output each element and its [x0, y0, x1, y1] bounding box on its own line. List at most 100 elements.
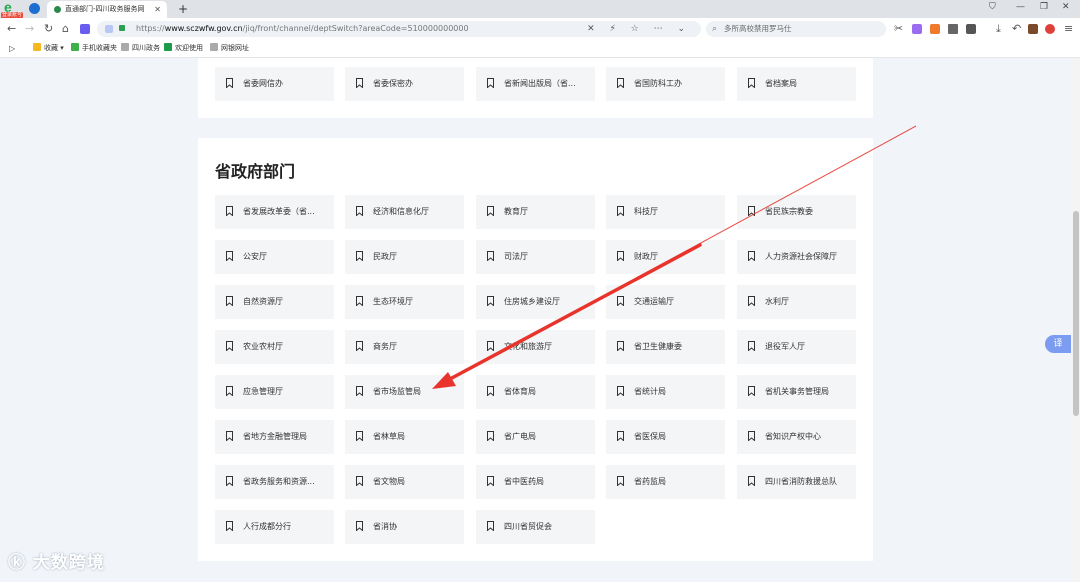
download-icon[interactable]: ⤓ — [996, 22, 1001, 36]
dept-item[interactable]: 省统计局 — [606, 375, 725, 409]
new-tab-button[interactable]: + — [178, 0, 188, 18]
dept-item-label: 司法厅 — [504, 252, 528, 261]
dept-item[interactable]: 省发展改革委（省... — [215, 195, 334, 229]
extension-icon[interactable] — [1028, 24, 1038, 34]
bookmark-icon — [226, 341, 233, 351]
back-icon[interactable]: ← — [7, 22, 16, 36]
dept-item[interactable]: 四川省贸促会 — [476, 510, 595, 544]
dept-item[interactable]: 省地方金融管理局 — [215, 420, 334, 454]
cut-icon[interactable]: ✂ — [894, 22, 903, 36]
dept-item[interactable]: 省医保局 — [606, 420, 725, 454]
extension-icon[interactable] — [930, 24, 940, 34]
search-icon: ⌕ — [712, 24, 718, 34]
extension-icon[interactable] — [912, 24, 922, 34]
dept-item[interactable]: 省委网信办 — [215, 67, 334, 101]
translate-button[interactable]: 译 — [1045, 335, 1071, 353]
dept-item[interactable]: 人行成都分行 — [215, 510, 334, 544]
sidebar-toggle-icon[interactable]: ▷ — [9, 40, 15, 57]
bookmark-item[interactable]: 四川政务 — [121, 40, 160, 57]
address-bar[interactable]: https://www.sczwfw.gov.cn/jiq/front/chan… — [97, 21, 701, 37]
chrome-icon[interactable] — [1045, 24, 1055, 34]
bookmark-icon — [226, 296, 233, 306]
bookmark-icon — [617, 251, 624, 261]
dept-item[interactable]: 省文物局 — [345, 465, 464, 499]
dept-item[interactable]: 公安厅 — [215, 240, 334, 274]
browser-logo[interactable]: e 登录账号 — [1, 0, 24, 19]
address-bar-actions-icon[interactable]: ✕ ⚡ ☆ ⋯ ⌄ — [587, 21, 691, 37]
watermark-text: 大数跨境 — [32, 553, 105, 573]
dept-item[interactable]: 交通运输厅 — [606, 285, 725, 319]
dept-item[interactable]: 省知识产权中心 — [737, 420, 856, 454]
scrollbar[interactable] — [1072, 58, 1080, 582]
search-box[interactable]: ⌕ 多所高校禁用罗马仕 — [706, 21, 886, 37]
reload-icon[interactable]: ↻ — [44, 22, 53, 36]
url-text[interactable]: https://www.sczwfw.gov.cn/jiq/front/chan… — [136, 21, 469, 37]
dept-item[interactable]: 住房城乡建设厅 — [476, 285, 595, 319]
dept-item[interactable]: 应急管理厅 — [215, 375, 334, 409]
dept-item-label: 财政厅 — [634, 252, 658, 261]
dept-item[interactable]: 省药监局 — [606, 465, 725, 499]
tab-close-icon[interactable]: ✕ — [154, 1, 161, 18]
dept-item[interactable]: 省广电局 — [476, 420, 595, 454]
dept-card-party: 省委网信办 省委保密办 省新闻出版局（省... 省国防科工办 省档案局 — [198, 58, 873, 118]
dept-item[interactable]: 省中医药局 — [476, 465, 595, 499]
dept-item[interactable]: 省国防科工办 — [606, 67, 725, 101]
tab-title: 直通部门-四川政务服务网 — [65, 5, 145, 13]
dept-item[interactable]: 文化和旅游厅 — [476, 330, 595, 364]
shirt-icon[interactable]: ⛉ — [989, 2, 996, 12]
bookmark-item[interactable]: 欢迎使用 — [164, 40, 203, 57]
dept-item[interactable]: 农业农村厅 — [215, 330, 334, 364]
dept-item[interactable]: 教育厅 — [476, 195, 595, 229]
scrollbar-thumb[interactable] — [1073, 211, 1079, 416]
dept-item[interactable]: 省委保密办 — [345, 67, 464, 101]
puzzle-icon[interactable] — [966, 24, 976, 34]
dept-item[interactable]: 商务厅 — [345, 330, 464, 364]
lock-icon[interactable] — [119, 25, 125, 31]
dept-item-label: 省档案局 — [765, 79, 797, 88]
dept-item[interactable]: 省机关事务管理局 — [737, 375, 856, 409]
undo-icon[interactable]: ↶ — [1012, 22, 1021, 36]
bookmark-icon — [748, 78, 755, 88]
minimize-icon[interactable]: — — [1016, 2, 1025, 12]
dept-item[interactable]: 省新闻出版局（省... — [476, 67, 595, 101]
dept-item[interactable]: 省消协 — [345, 510, 464, 544]
menu-icon[interactable]: ≡ — [1064, 22, 1073, 36]
dept-item[interactable]: 人力资源社会保障厅 — [737, 240, 856, 274]
dept-item[interactable]: 省卫生健康委 — [606, 330, 725, 364]
bookmark-icon — [617, 78, 624, 88]
bookmark-icon — [487, 78, 494, 88]
extension-icon[interactable] — [948, 24, 958, 34]
dept-item[interactable]: 省政务服务和资源... — [215, 465, 334, 499]
bookmark-item[interactable]: 网银网址 — [210, 40, 249, 57]
dept-item[interactable]: 自然资源厅 — [215, 285, 334, 319]
bookmark-icon — [356, 341, 363, 351]
dept-item[interactable]: 省体育局 — [476, 375, 595, 409]
dept-item[interactable]: 四川省消防救援总队 — [737, 465, 856, 499]
bookmark-item[interactable]: 手机收藏夹 — [71, 40, 117, 57]
dept-item[interactable]: 财政厅 — [606, 240, 725, 274]
dept-item[interactable]: 省林草局 — [345, 420, 464, 454]
maximize-icon[interactable]: ❐ — [1040, 2, 1048, 12]
dept-item[interactable]: 科技厅 — [606, 195, 725, 229]
site-info-icon[interactable] — [105, 25, 113, 33]
dept-item-label: 省地方金融管理局 — [243, 432, 307, 441]
dept-item[interactable]: 经济和信息化厅 — [345, 195, 464, 229]
tab-favicon-icon — [54, 6, 61, 13]
pinned-tab-icon[interactable] — [29, 3, 40, 14]
active-tab[interactable]: 直通部门-四川政务服务网 ✕ — [47, 1, 167, 18]
dept-item[interactable]: 民政厅 — [345, 240, 464, 274]
home-icon[interactable]: ⌂ — [62, 22, 69, 36]
forward-icon[interactable]: → — [25, 22, 34, 36]
bookmark-item[interactable]: 收藏 ▾ — [33, 40, 64, 57]
dept-item[interactable]: 司法厅 — [476, 240, 595, 274]
dept-item[interactable]: 省档案局 — [737, 67, 856, 101]
ai-icon[interactable] — [80, 24, 90, 34]
close-window-icon[interactable]: ✕ — [1062, 2, 1070, 12]
dept-item[interactable]: 水利厅 — [737, 285, 856, 319]
dept-item-label: 省国防科工办 — [634, 79, 682, 88]
dept-item[interactable]: 省民族宗教委 — [737, 195, 856, 229]
dept-item[interactable]: 生态环境厅 — [345, 285, 464, 319]
dept-item[interactable]: 退役军人厅 — [737, 330, 856, 364]
dept-item[interactable]: 省市场监管局 — [345, 375, 464, 409]
bookmark-icon — [356, 431, 363, 441]
